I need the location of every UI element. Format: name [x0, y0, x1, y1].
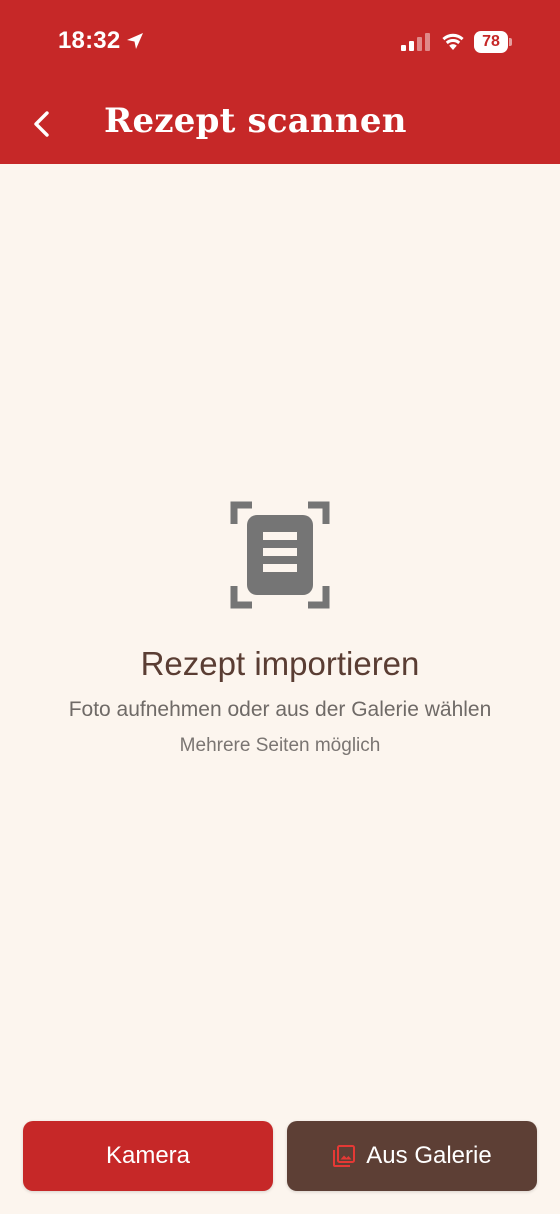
back-button[interactable] [22, 98, 62, 150]
status-bar: 18:32 78 [0, 0, 560, 84]
app-header: 18:32 78 Rezept scannen [0, 0, 560, 164]
status-time: 18:32 [58, 27, 121, 54]
wifi-icon [442, 33, 464, 50]
document-scan-icon [230, 501, 330, 609]
chevron-left-icon [34, 111, 49, 137]
camera-button-label: Kamera [105, 1142, 191, 1169]
cellular-signal-icon [401, 33, 430, 51]
empty-state-title: Rezept importieren [140, 645, 420, 682]
battery-icon: 78 [474, 31, 512, 53]
camera-button[interactable]: Kamera [23, 1121, 273, 1191]
page-title: Rezept scannen [104, 101, 407, 141]
photo-library-icon [333, 1145, 356, 1167]
gallery-button[interactable]: Aus Galerie [287, 1121, 537, 1191]
empty-state-subtitle: Foto aufnehmen oder aus der Galerie wähl… [68, 698, 492, 721]
battery-level: 78 [474, 31, 508, 53]
battery-nub [509, 38, 512, 46]
location-arrow-icon [127, 33, 143, 49]
empty-state: Rezept importieren Foto aufnehmen oder a… [0, 500, 560, 758]
nav-bar: Rezept scannen [0, 84, 560, 164]
gallery-button-label: Aus Galerie [366, 1142, 492, 1169]
empty-state-hint: Mehrere Seiten möglich [179, 735, 381, 756]
